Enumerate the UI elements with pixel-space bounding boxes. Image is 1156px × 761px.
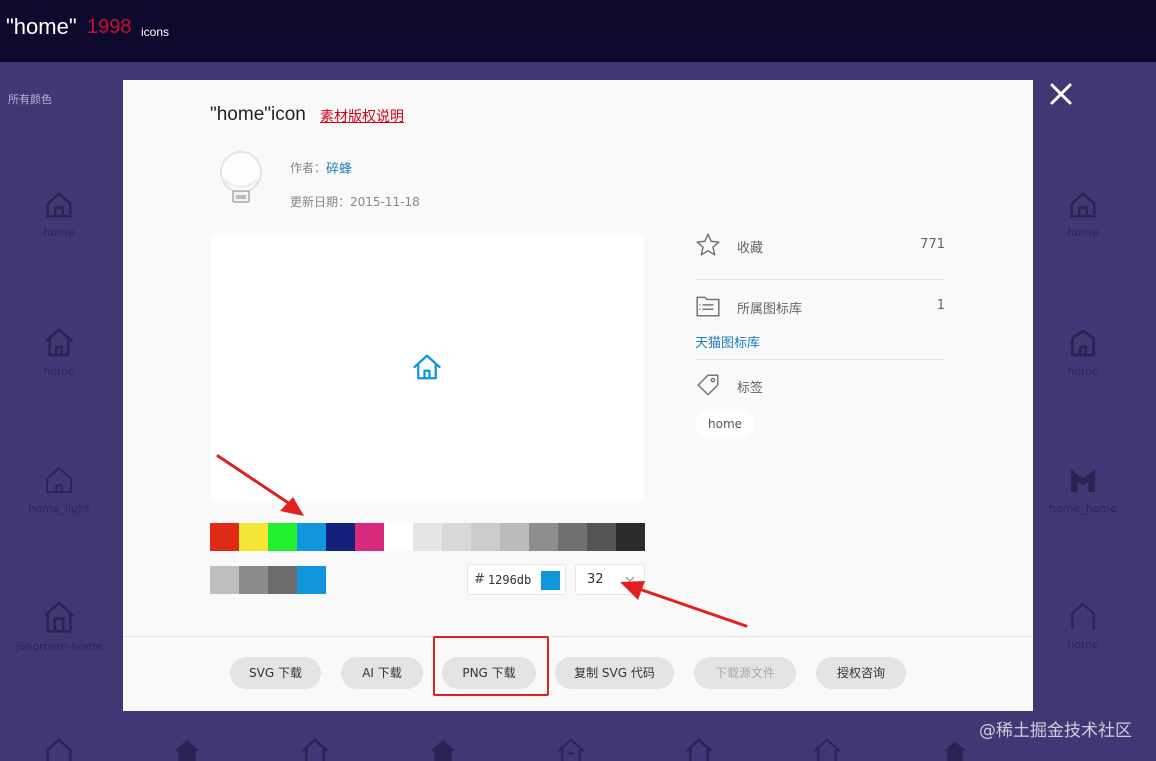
home-filled-icon[interactable] xyxy=(172,736,202,761)
icon-tile-label: home xyxy=(1067,365,1099,378)
divider xyxy=(695,359,945,360)
icon-tile[interactable]: home_home xyxy=(1033,464,1133,515)
color-swatch[interactable] xyxy=(413,523,442,551)
home-outline-icon xyxy=(46,192,72,218)
home-outline-icon[interactable] xyxy=(682,736,716,761)
hex-value: 1296db xyxy=(487,572,532,587)
tag-chip[interactable]: home xyxy=(695,411,756,437)
library-count: 1 xyxy=(936,298,945,313)
icon-tile-label: home xyxy=(43,226,75,239)
color-swatch[interactable] xyxy=(471,523,500,551)
size-value: 32 xyxy=(587,572,604,587)
search-term-title: "home" xyxy=(6,14,77,39)
icon-tile[interactable]: home xyxy=(9,327,109,378)
icon-tile[interactable]: home xyxy=(9,190,109,239)
recent-color-swatch[interactable] xyxy=(268,566,297,594)
color-swatch[interactable] xyxy=(384,523,413,551)
color-swatch[interactable] xyxy=(442,523,471,551)
icon-tile[interactable]: j6homem-home xyxy=(9,600,109,653)
chevron-down-icon xyxy=(625,576,635,582)
recent-colors xyxy=(210,566,326,594)
favorites-count: 771 xyxy=(920,237,945,252)
home-outline-icon[interactable] xyxy=(44,736,74,761)
icon-tile[interactable]: home xyxy=(1033,600,1133,651)
color-filter[interactable]: 所有颜色 xyxy=(8,91,52,107)
update-date: 更新日期：2015-11-18 xyxy=(290,195,420,209)
annotation-highlight-box xyxy=(433,636,549,696)
color-swatch[interactable] xyxy=(210,523,239,551)
current-color-chip[interactable] xyxy=(541,571,560,590)
home-thin-icon xyxy=(1071,602,1095,630)
icon-tile-label: home_light xyxy=(28,502,90,515)
icon-preview xyxy=(211,233,644,503)
svg-download-button[interactable]: SVG 下载 xyxy=(230,657,321,689)
library-label: 所属图标库 xyxy=(737,302,803,317)
color-swatch[interactable] xyxy=(326,523,355,551)
favorites-row[interactable]: 收藏 771 xyxy=(695,232,945,258)
home-filled-icon[interactable] xyxy=(942,736,968,761)
library-row: 所属图标库 1 xyxy=(695,293,945,319)
color-swatch[interactable] xyxy=(268,523,297,551)
home-m-icon xyxy=(1071,469,1095,492)
color-swatch[interactable] xyxy=(558,523,587,551)
recent-color-swatch[interactable] xyxy=(210,566,239,594)
license-inquiry-button[interactable]: 授权咨询 xyxy=(816,657,906,689)
icon-tile[interactable]: home xyxy=(1033,190,1133,239)
tag-icon xyxy=(697,374,719,396)
color-swatch[interactable] xyxy=(297,523,326,551)
result-count: 1998 xyxy=(87,16,132,38)
home-filled-icon[interactable] xyxy=(426,736,460,761)
color-swatch[interactable] xyxy=(500,523,529,551)
favorites-label: 收藏 xyxy=(737,241,764,256)
recent-color-swatch[interactable] xyxy=(297,566,326,594)
home-outline-icon[interactable] xyxy=(298,736,332,761)
star-icon[interactable] xyxy=(695,232,721,258)
home-door-icon xyxy=(43,601,75,633)
copyright-link[interactable]: 素材版权说明 xyxy=(320,106,404,126)
icon-detail-modal: "home"icon 素材版权说明 作者： 碎蜂 更新日期：2015-11-18… xyxy=(123,80,1033,711)
color-swatch[interactable] xyxy=(529,523,558,551)
icon-tile[interactable]: home_light xyxy=(9,464,109,515)
divider xyxy=(695,279,945,280)
color-palette xyxy=(210,523,645,551)
icon-tile-label: j6homem-home xyxy=(15,640,103,653)
tags-row: 标签 xyxy=(695,372,945,398)
author-label: 作者： xyxy=(290,161,327,175)
home-outline-icon xyxy=(1070,192,1096,218)
download-source-button[interactable]: 下载源文件 xyxy=(694,657,796,689)
color-swatch[interactable] xyxy=(239,523,268,551)
size-select[interactable]: 32 xyxy=(575,564,645,595)
icon-tile-label: home_home xyxy=(1049,502,1117,515)
home-outline-icon xyxy=(44,328,74,357)
home-icon-preview xyxy=(413,354,441,380)
ai-download-button[interactable]: AI 下载 xyxy=(341,657,423,689)
icon-tile-label: home xyxy=(43,365,75,378)
author-link[interactable]: 碎蜂 xyxy=(326,158,352,177)
tags-label: 标签 xyxy=(737,381,764,396)
close-icon[interactable] xyxy=(1046,79,1076,109)
color-swatch[interactable] xyxy=(616,523,645,551)
folder-list-icon xyxy=(696,296,720,317)
watermark: @稀土掘金技术社区 xyxy=(979,721,1132,741)
modal-title: "home"icon xyxy=(210,104,306,125)
footer-divider xyxy=(123,636,1033,637)
home-outline-icon[interactable] xyxy=(810,736,844,761)
color-hex-input[interactable]: # 1296db xyxy=(467,564,566,595)
home-rounded-icon xyxy=(1070,329,1096,357)
library-link[interactable]: 天猫图标库 xyxy=(695,332,760,351)
recent-color-swatch[interactable] xyxy=(239,566,268,594)
color-swatch[interactable] xyxy=(355,523,384,551)
hash-symbol: # xyxy=(474,572,485,587)
icon-tile[interactable]: home xyxy=(1033,327,1133,378)
page-header xyxy=(0,0,1156,62)
result-unit: icons xyxy=(141,25,170,39)
home-outline-icon[interactable] xyxy=(554,736,588,761)
copy-svg-code-button[interactable]: 复制 SVG 代码 xyxy=(555,657,674,689)
author-avatar[interactable] xyxy=(215,150,267,210)
icon-tile-label: home xyxy=(1067,638,1099,651)
home-light-icon xyxy=(46,467,72,493)
color-swatch[interactable] xyxy=(587,523,616,551)
icon-tile-label: home xyxy=(1067,226,1099,239)
